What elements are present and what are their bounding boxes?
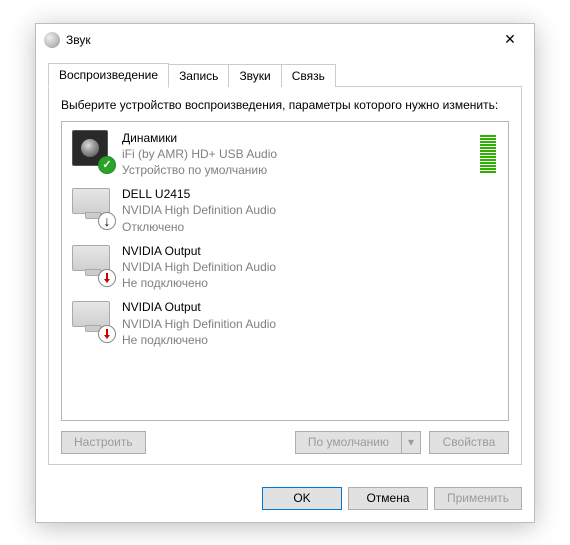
level-meter-icon xyxy=(480,135,498,173)
device-name: NVIDIA Output xyxy=(122,243,498,259)
set-default-button[interactable]: По умолчанию xyxy=(295,431,401,454)
device-text: NVIDIA OutputNVIDIA High Definition Audi… xyxy=(122,243,498,292)
close-button[interactable]: ✕ xyxy=(488,25,532,55)
device-driver: NVIDIA High Definition Audio xyxy=(122,316,498,332)
cancel-button[interactable]: Отмена xyxy=(348,487,428,510)
device-status: Устройство по умолчанию xyxy=(122,162,480,178)
check-icon: ✓ xyxy=(98,156,116,174)
device-status: Не подключено xyxy=(122,332,498,348)
titlebar: Звук ✕ xyxy=(36,24,534,56)
device-driver: iFi (by AMR) HD+ USB Audio xyxy=(122,146,480,162)
app-icon xyxy=(44,32,60,48)
device-driver: NVIDIA High Definition Audio xyxy=(122,259,498,275)
tab-2[interactable]: Звуки xyxy=(228,64,281,87)
properties-button[interactable]: Свойства xyxy=(429,431,509,454)
device-name: Динамики xyxy=(122,130,480,146)
arrow-down-icon: ↓ xyxy=(98,212,116,230)
configure-button[interactable]: Настроить xyxy=(61,431,146,454)
device-status: Не подключено xyxy=(122,275,498,291)
chevron-down-icon: ▾ xyxy=(408,435,414,449)
device-name: NVIDIA Output xyxy=(122,299,498,315)
device-text: ДинамикиiFi (by AMR) HD+ USB AudioУстрой… xyxy=(122,130,480,179)
speaker-icon: ✓ xyxy=(72,130,112,170)
set-default-split-button: По умолчанию ▾ xyxy=(295,431,421,454)
content-area: ВоспроизведениеЗаписьЗвукиСвязь Выберите… xyxy=(36,56,534,477)
ok-button[interactable]: OK xyxy=(262,487,342,510)
tab-1[interactable]: Запись xyxy=(168,64,229,87)
dialog-footer: OK Отмена Применить xyxy=(36,477,534,522)
instruction-text: Выберите устройство воспроизведения, пар… xyxy=(61,97,509,113)
tab-strip: ВоспроизведениеЗаписьЗвукиСвязь xyxy=(48,62,522,87)
device-row[interactable]: NVIDIA OutputNVIDIA High Definition Audi… xyxy=(64,239,506,296)
tab-0[interactable]: Воспроизведение xyxy=(48,63,169,88)
device-list[interactable]: ✓ДинамикиiFi (by AMR) HD+ USB AudioУстро… xyxy=(61,121,509,421)
monitor-icon: ↓ xyxy=(72,186,112,226)
monitor-icon xyxy=(72,243,112,283)
sound-dialog: Звук ✕ ВоспроизведениеЗаписьЗвукиСвязь В… xyxy=(35,23,535,523)
device-name: DELL U2415 xyxy=(122,186,498,202)
monitor-icon xyxy=(72,299,112,339)
close-icon: ✕ xyxy=(504,31,516,48)
device-buttons-row: Настроить По умолчанию ▾ Свойства xyxy=(61,431,509,454)
device-status: Отключено xyxy=(122,219,498,235)
apply-button[interactable]: Применить xyxy=(434,487,522,510)
device-row[interactable]: ✓ДинамикиiFi (by AMR) HD+ USB AudioУстро… xyxy=(64,126,506,183)
device-text: NVIDIA OutputNVIDIA High Definition Audi… xyxy=(122,299,498,348)
device-text: DELL U2415NVIDIA High Definition AudioОт… xyxy=(122,186,498,235)
tab-3[interactable]: Связь xyxy=(281,64,336,87)
tab-panel-playback: Выберите устройство воспроизведения, пар… xyxy=(48,86,522,465)
unplugged-icon xyxy=(98,269,116,287)
set-default-dropdown-button[interactable]: ▾ xyxy=(401,431,421,454)
device-driver: NVIDIA High Definition Audio xyxy=(122,202,498,218)
device-row[interactable]: ↓DELL U2415NVIDIA High Definition AudioО… xyxy=(64,182,506,239)
window-title: Звук xyxy=(66,33,488,47)
device-row[interactable]: NVIDIA OutputNVIDIA High Definition Audi… xyxy=(64,295,506,352)
unplugged-icon xyxy=(98,325,116,343)
